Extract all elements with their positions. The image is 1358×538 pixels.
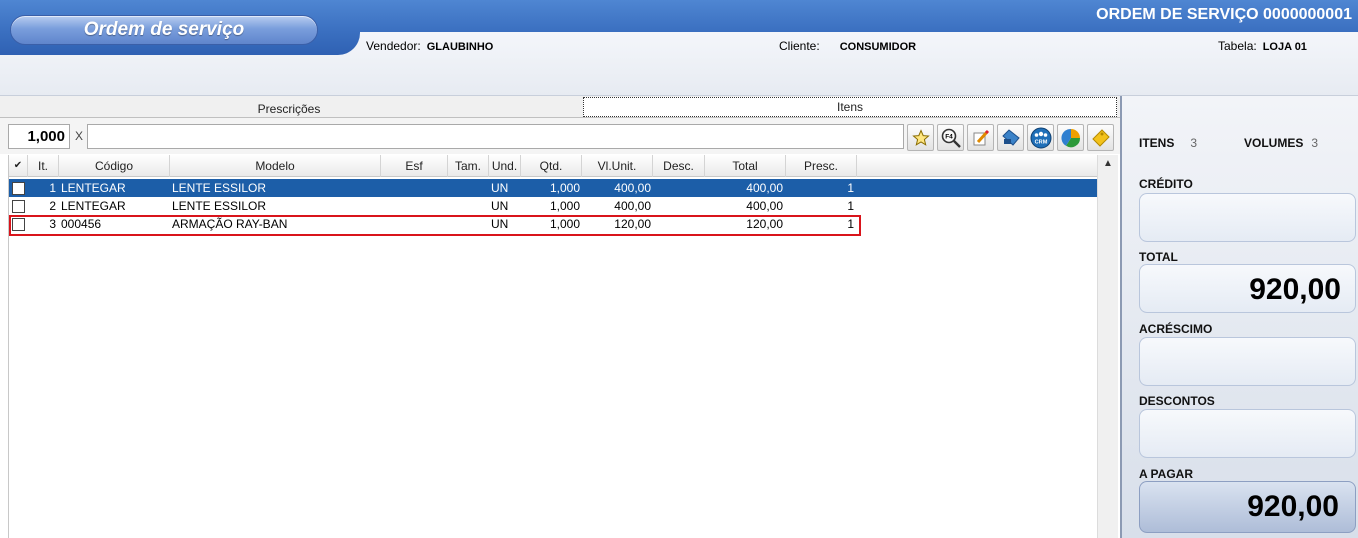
f4-search-button[interactable]: F4 (937, 124, 964, 151)
col-header-qtd[interactable]: Qtd. (521, 155, 582, 177)
tab-bar: Prescrições Itens (0, 96, 1120, 118)
col-header-desc[interactable]: Desc. (653, 155, 705, 177)
table-row[interactable]: 1 LENTEGAR LENTE ESSILOR UN 1,000 400,00… (9, 179, 1097, 197)
cell-codigo: LENTEGAR (61, 199, 126, 213)
col-header-und[interactable]: Und. (489, 155, 521, 177)
tabela-label: Tabela: (1218, 39, 1257, 53)
cliente-value: CONSUMIDOR (839, 41, 917, 53)
volumes-label: VOLUMES (1244, 136, 1304, 150)
cell-it: 2 (49, 199, 56, 213)
f4-search-icon: F4 (941, 128, 961, 148)
acrescimo-box (1139, 337, 1356, 386)
row-highlight-outline (9, 215, 861, 236)
pie-chart-icon (1060, 128, 1080, 148)
credito-box (1139, 193, 1356, 242)
cell-it: 1 (49, 181, 56, 195)
cell-codigo: LENTEGAR (61, 181, 126, 195)
volumes-count: VOLUMES 3 (1244, 136, 1318, 150)
edit-button[interactable] (967, 124, 994, 151)
os-number: ORDEM DE SERVIÇO 0000000001 (1096, 6, 1352, 23)
descontos-box (1139, 409, 1356, 458)
chart-button[interactable] (1057, 124, 1084, 151)
summary-panel: ITENS 3 VOLUMES 3 CRÉDITO TOTAL 920,00 ACR… (1120, 96, 1358, 538)
quantity-field[interactable]: 1,000 (8, 124, 70, 149)
col-header-tam[interactable]: Tam. (448, 155, 489, 177)
favorite-button[interactable] (907, 124, 934, 151)
col-header-presc[interactable]: Presc. (786, 155, 857, 177)
coupon-icon (1091, 129, 1110, 147)
itens-count: ITENS 3 (1139, 136, 1197, 150)
entry-row: 1,000 X F4 CRM (0, 118, 1120, 154)
total-label: TOTAL (1139, 250, 1178, 264)
credito-label: CRÉDITO (1139, 177, 1193, 191)
itens-label: ITENS (1139, 136, 1175, 150)
product-code-input[interactable] (87, 124, 904, 149)
cell-modelo: LENTE ESSILOR (172, 181, 267, 195)
cell-total: 400,00 (746, 181, 783, 195)
grid-header: ✔ It. Código Modelo Esf Tam. Und. Qtd. V… (9, 155, 1097, 177)
descontos-label: DESCONTOS (1139, 394, 1215, 408)
col-header-modelo[interactable]: Modelo (170, 155, 381, 177)
cell-presc: 1 (847, 199, 854, 213)
a-pagar-label: A PAGAR (1139, 467, 1193, 481)
acrescimo-label: ACRÉSCIMO (1139, 322, 1213, 336)
cliente-label: Cliente: (779, 39, 820, 53)
total-box: 920,00 (1139, 264, 1356, 313)
cliente-field[interactable]: Cliente: CONSUMIDOR (779, 39, 916, 53)
cell-qtd: 1,000 (549, 181, 580, 195)
tab-prescricoes[interactable]: Prescrições (0, 96, 578, 118)
row-checkbox[interactable] (12, 200, 25, 213)
col-header-codigo[interactable]: Código (59, 155, 170, 177)
table-row[interactable]: 2 LENTEGAR LENTE ESSILOR UN 1,000 400,00… (9, 197, 1097, 215)
itens-value: 3 (1190, 136, 1198, 150)
cell-presc: 1 (847, 181, 854, 195)
items-grid: ✔ It. Código Modelo Esf Tam. Und. Qtd. V… (8, 155, 1118, 538)
vertical-scrollbar[interactable]: ▲ (1097, 155, 1118, 538)
cell-vl-unit: 400,00 (614, 199, 651, 213)
tabela-value: LOJA 01 (1262, 41, 1307, 53)
f4-label: F4 (945, 134, 953, 141)
tab-itens[interactable]: Itens (583, 97, 1117, 117)
vendedor-value: GLAUBINHO (426, 41, 494, 53)
star-icon (911, 129, 930, 146)
row-checkbox[interactable] (12, 182, 25, 195)
vendedor-label: Vendedor: (366, 39, 421, 53)
a-pagar-value: 920,00 (1247, 490, 1339, 523)
os-window: Ordem de serviço ORDEM DE SERVIÇO 000000… (0, 0, 1358, 538)
cell-total: 400,00 (746, 199, 783, 213)
cell-qtd: 1,000 (549, 199, 580, 213)
cell-vl-unit: 400,00 (614, 181, 651, 195)
cell-und: UN (491, 181, 509, 195)
a-pagar-box: 920,00 (1139, 481, 1356, 533)
volumes-value: 3 (1311, 136, 1319, 150)
col-header-esf[interactable]: Esf (381, 155, 448, 177)
tag-icon (1001, 129, 1020, 146)
crm-button[interactable]: CRM (1027, 124, 1054, 151)
col-header-it[interactable]: It. (28, 155, 59, 177)
vendedor-field[interactable]: Vendedor: GLAUBINHO (366, 39, 493, 53)
col-header-total[interactable]: Total (705, 155, 786, 177)
col-header-vl-unit[interactable]: Vl.Unit. (582, 155, 653, 177)
cell-modelo: LENTE ESSILOR (172, 199, 267, 213)
multiply-label: X (75, 129, 84, 143)
crm-label: CRM (1034, 140, 1047, 146)
tabela-field[interactable]: Tabela: LOJA 01 (1218, 39, 1307, 53)
tag-button[interactable] (997, 124, 1024, 151)
coupon-button[interactable] (1087, 124, 1114, 151)
chevron-up-icon[interactable]: ▲ (1098, 155, 1118, 173)
total-value: 920,00 (1249, 273, 1341, 306)
cell-und: UN (491, 199, 509, 213)
select-all-header[interactable]: ✔ (9, 155, 28, 177)
crm-icon: CRM (1030, 127, 1051, 149)
edit-icon (973, 129, 989, 146)
page-title: Ordem de serviço (10, 15, 318, 45)
